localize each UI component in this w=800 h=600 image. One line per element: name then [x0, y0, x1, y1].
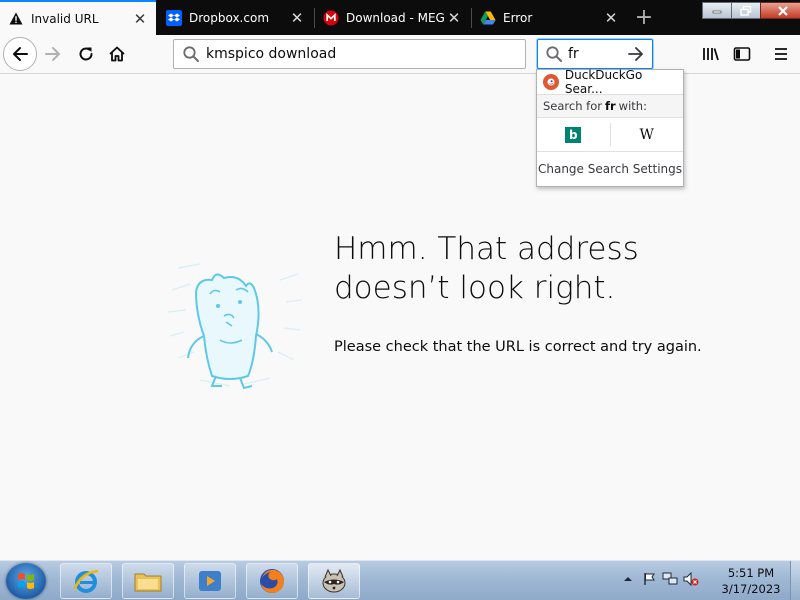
tab-strip: Invalid URL ✕ Dropbox.com ✕ Download - M…	[0, 0, 800, 35]
arrow-right-icon	[628, 47, 643, 61]
tab-mega[interactable]: Download - MEGA ✕	[315, 0, 470, 35]
menu-button[interactable]	[767, 40, 795, 68]
home-button[interactable]	[102, 39, 132, 69]
search-for-header: Search for fr with:	[537, 94, 683, 118]
forward-button[interactable]	[38, 39, 68, 69]
error-description: Please check that the URL is correct and…	[334, 339, 702, 355]
file-explorer-icon	[134, 573, 162, 592]
search-for-prefix: Search for	[543, 99, 602, 113]
internet-explorer-icon	[73, 569, 99, 593]
url-input[interactable]: kmspico download	[206, 46, 336, 62]
mega-icon	[323, 10, 339, 26]
search-go-button[interactable]	[624, 42, 648, 66]
google-drive-icon	[480, 10, 496, 26]
dropbox-icon	[166, 9, 182, 26]
show-hidden-icons-button[interactable]	[620, 571, 636, 587]
change-search-settings-button[interactable]: Change Search Settings	[537, 152, 683, 186]
new-tab-button[interactable]: +	[630, 5, 658, 30]
alternate-engines: b W	[537, 118, 683, 152]
error-title: Hmm. That address doesn’t look right.	[334, 230, 639, 308]
tab-title: Error	[503, 10, 533, 25]
bing-icon: b	[565, 126, 582, 143]
close-window-button[interactable]	[760, 2, 800, 19]
search-engine-row[interactable]: DuckDuckGo Sear...	[537, 68, 683, 96]
tab-invalid-url[interactable]: Invalid URL ✕	[0, 0, 156, 35]
restore-icon	[740, 5, 752, 16]
taskbar-internet-explorer[interactable]	[60, 563, 112, 599]
taskbar-file-explorer[interactable]	[122, 563, 174, 599]
taskbar-firefox[interactable]	[246, 563, 298, 599]
tab-title: Dropbox.com	[189, 10, 270, 25]
back-button[interactable]	[3, 37, 37, 71]
system-clock[interactable]: 5:51 PM 3/17/2023	[716, 565, 786, 597]
taskbar-raccoon-app[interactable]	[308, 563, 360, 599]
sidebar-button[interactable]	[728, 40, 756, 68]
bing-engine-button[interactable]: b	[537, 118, 610, 151]
hamburger-menu-icon	[775, 48, 787, 60]
search-for-suffix: with:	[618, 99, 647, 113]
back-arrow-icon	[13, 47, 28, 61]
restore-button[interactable]	[731, 2, 761, 19]
search-engine-label: DuckDuckGo Sear...	[564, 68, 643, 96]
windows-taskbar: 5:51 PM 3/17/2023	[0, 560, 800, 600]
clock-time: 5:51 PM	[727, 566, 775, 580]
windows-logo-icon	[18, 573, 34, 589]
action-center-icon[interactable]	[641, 571, 657, 587]
system-tray	[620, 571, 704, 587]
wikipedia-icon: W	[639, 126, 654, 143]
tab-title: Invalid URL	[31, 11, 99, 26]
lost-creature-illustration	[167, 263, 303, 390]
tab-close-button[interactable]: ✕	[444, 8, 464, 28]
url-bar[interactable]: kmspico download	[173, 39, 526, 69]
forward-arrow-icon	[45, 47, 60, 61]
library-icon	[703, 48, 719, 61]
search-bar[interactable]: fr	[537, 39, 653, 69]
warning-icon	[8, 11, 24, 27]
tab-dropbox[interactable]: Dropbox.com ✕	[158, 0, 313, 35]
firefox-icon	[260, 569, 284, 593]
wikipedia-engine-button[interactable]: W	[611, 118, 684, 151]
network-icon[interactable]	[662, 571, 678, 587]
error-title-line: doesn’t look right.	[334, 270, 616, 306]
search-input[interactable]: fr	[568, 46, 624, 62]
search-icon	[546, 46, 562, 62]
clock-date: 3/17/2023	[721, 582, 781, 596]
tab-close-button[interactable]: ✕	[287, 8, 307, 28]
search-icon	[183, 46, 199, 62]
tab-error[interactable]: Error ✕	[472, 0, 627, 35]
error-title-line: Hmm. That address	[334, 231, 639, 267]
start-button[interactable]	[6, 563, 46, 599]
minimize-button[interactable]	[702, 2, 732, 19]
reload-button[interactable]	[71, 39, 101, 69]
chevron-up-icon	[624, 577, 632, 581]
volume-muted-icon[interactable]	[683, 571, 699, 587]
window-controls	[702, 2, 800, 19]
library-button[interactable]	[697, 40, 725, 68]
duckduckgo-icon	[543, 74, 559, 90]
search-term: fr	[604, 99, 616, 113]
reload-icon	[79, 47, 93, 61]
tab-close-button[interactable]: ✕	[601, 8, 621, 28]
close-icon	[778, 5, 788, 16]
search-suggestions-popup: DuckDuckGo Sear... Search for fr with: b…	[536, 68, 684, 187]
show-desktop-button[interactable]	[790, 561, 800, 600]
taskbar-media-player[interactable]	[184, 563, 236, 599]
minimize-icon	[712, 10, 722, 13]
tab-close-button[interactable]: ✕	[130, 9, 150, 29]
media-player-icon	[199, 571, 221, 591]
tab-title: Download - MEGA	[346, 10, 444, 25]
sidebar-icon	[733, 47, 751, 61]
raccoon-app-icon	[322, 568, 346, 593]
home-icon	[109, 46, 125, 62]
